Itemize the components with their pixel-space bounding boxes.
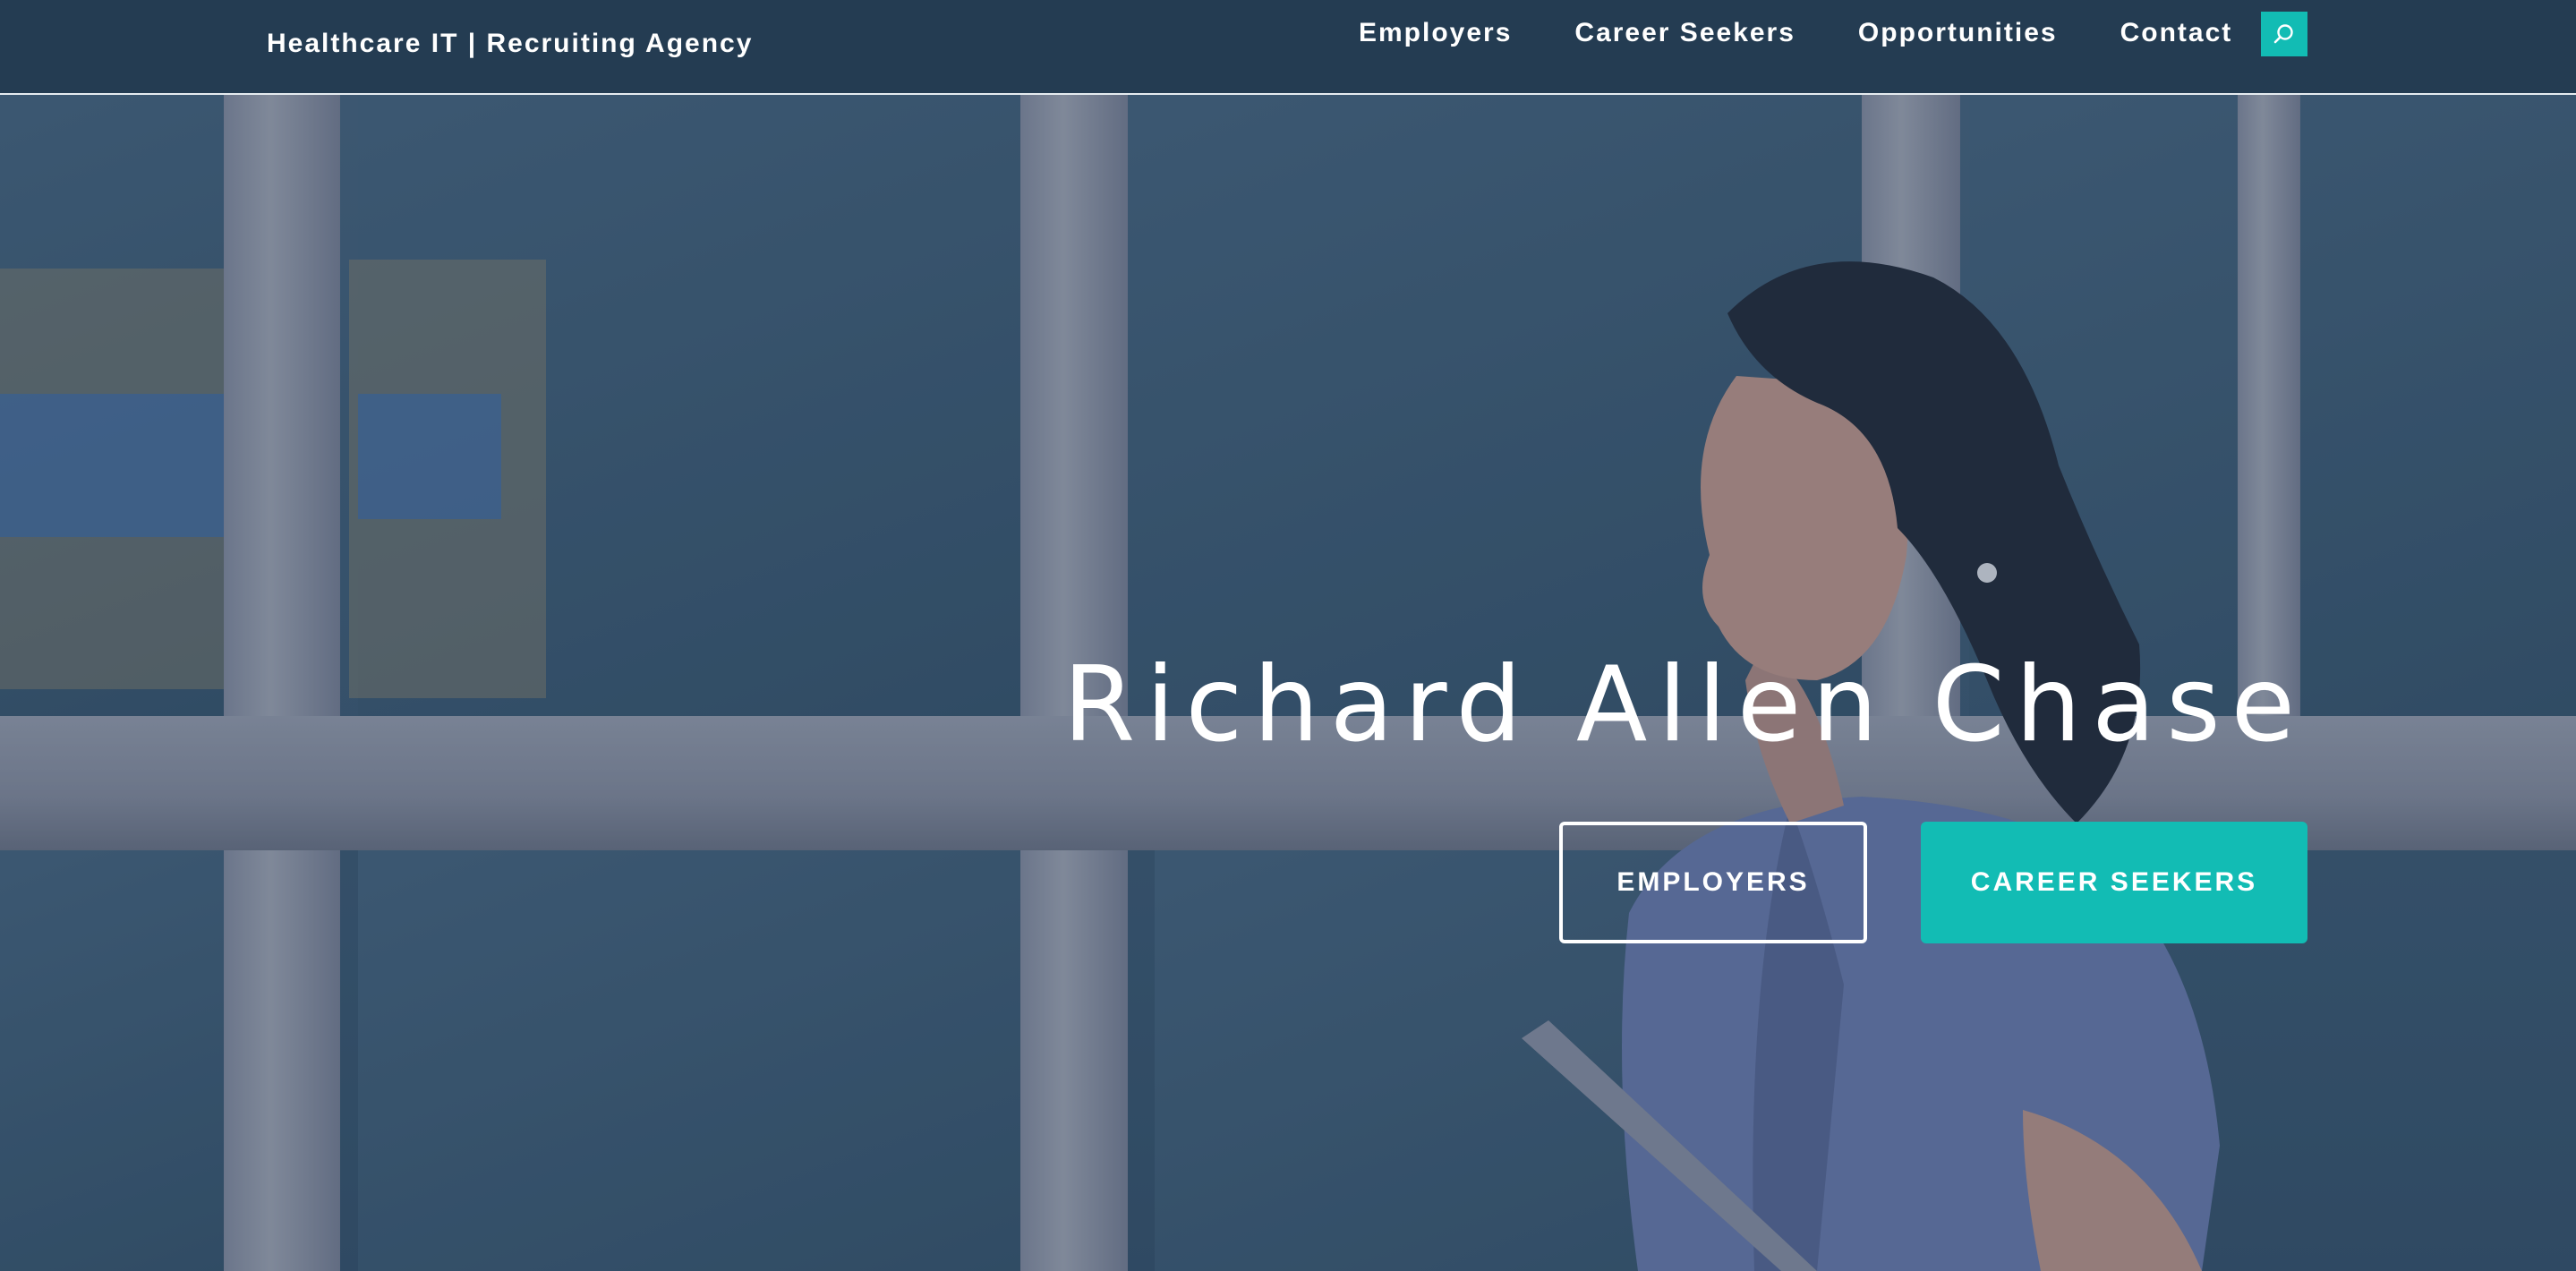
nav-career-seekers[interactable]: Career Seekers — [1574, 18, 1796, 48]
career-seekers-button[interactable]: CAREER SEEKERS — [1921, 822, 2307, 943]
search-button[interactable] — [2261, 12, 2307, 56]
nav-employers[interactable]: Employers — [1359, 18, 1512, 48]
site-header: Healthcare IT | Recruiting Agency Employ… — [0, 0, 2576, 95]
employers-button[interactable]: EMPLOYERS — [1559, 822, 1867, 943]
hero-title: Richard Allen Chase — [1062, 644, 2306, 765]
hero-background-image — [0, 0, 2576, 1271]
main-nav: Employers Career Seekers Opportunities C… — [1359, 18, 2232, 48]
nav-contact[interactable]: Contact — [2120, 18, 2233, 48]
search-icon — [2273, 24, 2293, 44]
nav-opportunities[interactable]: Opportunities — [1858, 18, 2058, 48]
brand-tagline[interactable]: Healthcare IT | Recruiting Agency — [267, 29, 753, 59]
